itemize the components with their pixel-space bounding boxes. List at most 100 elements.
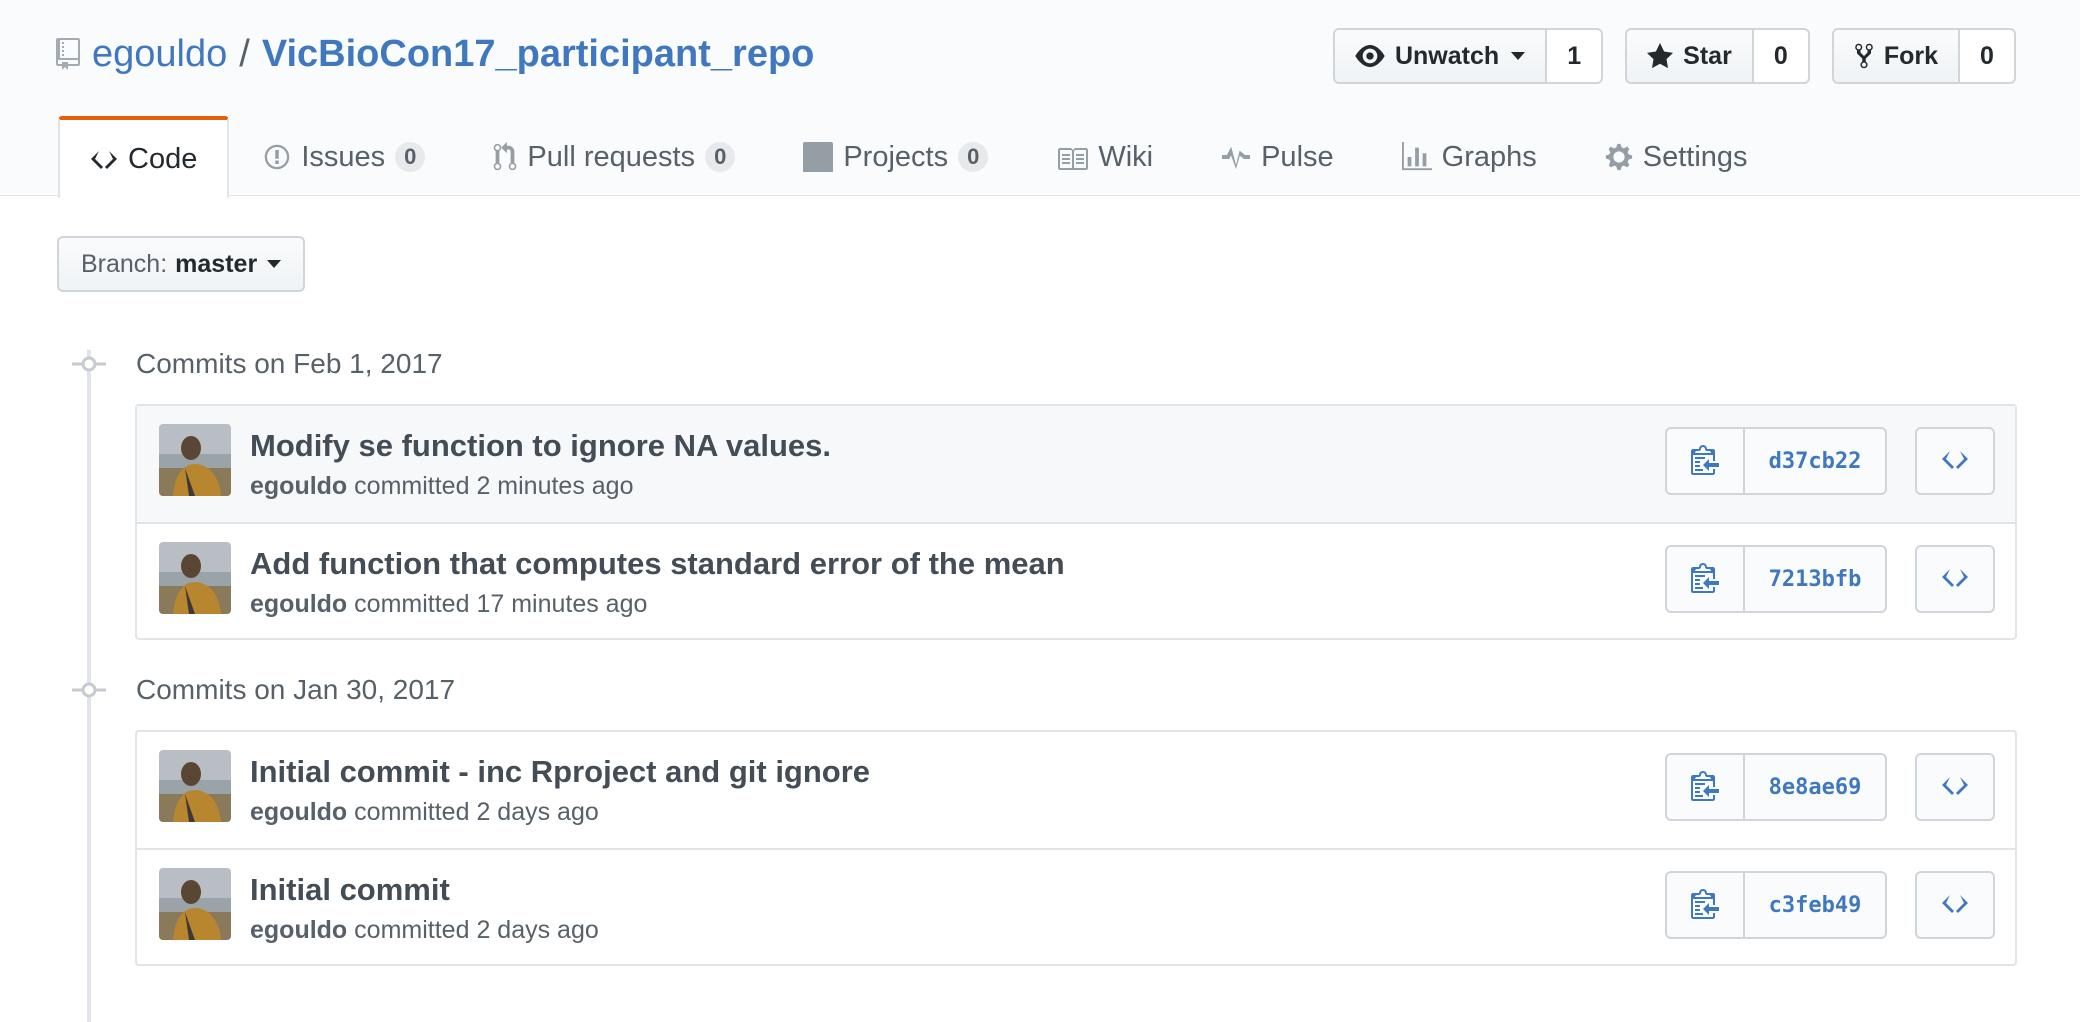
repo-owner-link[interactable]: egouldo (92, 33, 227, 76)
tab-pull-requests[interactable]: Pull requests 0 (459, 116, 769, 196)
tab-code-label: Code (128, 142, 198, 175)
tab-issues[interactable]: Issues 0 (229, 116, 459, 196)
tab-pulse-label: Pulse (1261, 140, 1334, 173)
clippy-icon (1691, 769, 1719, 806)
pull-requests-counter: 0 (705, 142, 736, 172)
commit-meta: egouldo committed 2 days ago (250, 798, 599, 827)
chevron-down-icon (1511, 52, 1526, 60)
sha-group: c3feb49 (1665, 871, 1887, 939)
watchers-count[interactable]: 1 (1547, 28, 1604, 84)
repo-icon (56, 36, 80, 72)
stargazers-count[interactable]: 0 (1753, 28, 1810, 84)
browse-files-button[interactable] (1915, 427, 1995, 495)
clippy-icon (1691, 443, 1719, 480)
commit-author-link[interactable]: egouldo (250, 590, 347, 618)
chevron-down-icon (267, 260, 282, 268)
star-icon (1647, 43, 1674, 69)
watch-group: Unwatch 1 (1332, 28, 1604, 84)
commit-time: 2 days ago (476, 916, 599, 944)
commit-group-date: Commits on Jan 30, 2017 (136, 674, 456, 705)
issues-counter: 0 (395, 142, 426, 172)
commit-meta: egouldo committed 17 minutes ago (250, 590, 647, 619)
commit-time: 2 days ago (476, 798, 599, 826)
copy-sha-button[interactable] (1665, 427, 1745, 495)
browse-files-button[interactable] (1915, 871, 1995, 939)
browse-files-button[interactable] (1915, 753, 1995, 821)
avatar[interactable] (159, 542, 231, 614)
commit-time: 2 minutes ago (476, 472, 634, 500)
tab-issues-label: Issues (301, 140, 386, 173)
star-button[interactable]: Star (1625, 28, 1754, 84)
code-icon (1941, 892, 1969, 919)
sha-group: 8e8ae69 (1665, 753, 1887, 821)
copy-sha-button[interactable] (1665, 545, 1745, 613)
branch-select-button[interactable]: Branch: master (57, 236, 306, 292)
tab-wiki[interactable]: Wiki (1022, 116, 1187, 196)
code-icon (90, 148, 118, 170)
browse-files-button[interactable] (1915, 545, 1995, 613)
tab-pulse[interactable]: Pulse (1187, 116, 1368, 196)
commit-row: Modify se function to ignore NA values. … (137, 406, 2015, 522)
repo-path-separator: / (239, 32, 250, 75)
book-icon (1056, 144, 1089, 170)
repo-nav: Code Issues 0 Pull requests 0 Projects 0 (58, 116, 1782, 198)
commit-verb: committed (354, 798, 470, 826)
tab-code[interactable]: Code (58, 116, 230, 198)
fork-group: Fork 0 (1831, 28, 2016, 84)
commit-meta: egouldo committed 2 days ago (250, 916, 599, 945)
issue-opened-icon (263, 143, 291, 171)
commit-sha-link[interactable]: d37cb22 (1745, 427, 1887, 495)
commit-row: Initial commit egouldo committed 2 days … (137, 848, 2015, 964)
copy-sha-button[interactable] (1665, 871, 1745, 939)
tab-pull-requests-label: Pull requests (527, 140, 696, 173)
commit-message-link[interactable]: Initial commit (250, 872, 450, 908)
commit-verb: committed (354, 916, 470, 944)
fork-label: Fork (1883, 41, 1938, 70)
tab-wiki-label: Wiki (1098, 140, 1154, 173)
commit-sha-link[interactable]: 8e8ae69 (1745, 753, 1887, 821)
repo-title: egouldo / VicBioCon17_participant_repo (56, 26, 814, 82)
commit-verb: committed (354, 472, 470, 500)
tab-graphs[interactable]: Graphs (1368, 116, 1571, 196)
forks-count[interactable]: 0 (1960, 28, 2016, 84)
repo-header: egouldo / VicBioCon17_participant_repo U… (0, 0, 2080, 198)
copy-sha-button[interactable] (1665, 753, 1745, 821)
tab-graphs-label: Graphs (1441, 140, 1537, 173)
eye-icon (1355, 45, 1385, 67)
commit-verb: committed (354, 590, 470, 618)
branch-prefix: Branch: (81, 249, 168, 278)
commit-sha-link[interactable]: 7213bfb (1745, 545, 1887, 613)
git-pull-request-icon (493, 142, 517, 172)
unwatch-button[interactable]: Unwatch (1332, 28, 1548, 84)
code-icon (1941, 448, 1969, 475)
commit-author-link[interactable]: egouldo (250, 472, 347, 500)
projects-counter: 0 (958, 142, 989, 172)
code-icon (1941, 566, 1969, 593)
gear-icon (1605, 142, 1633, 172)
commit-group-title: Commits on Jan 30, 2017 (72, 670, 455, 710)
code-icon (1941, 774, 1969, 801)
avatar[interactable] (159, 750, 231, 822)
commit-message-link[interactable]: Initial commit - inc Rproject and git ig… (250, 754, 870, 790)
commit-list: Initial commit - inc Rproject and git ig… (135, 730, 2017, 966)
commit-sha-link[interactable]: c3feb49 (1745, 871, 1887, 939)
project-icon (803, 142, 834, 172)
star-label: Star (1683, 41, 1732, 70)
commit-group-title: Commits on Feb 1, 2017 (72, 344, 443, 384)
sha-group: d37cb22 (1665, 427, 1887, 495)
commit-author-link[interactable]: egouldo (250, 916, 347, 944)
commit-group-date: Commits on Feb 1, 2017 (136, 348, 443, 379)
commit-message-link[interactable]: Add function that computes standard erro… (250, 546, 1065, 582)
commit-author-link[interactable]: egouldo (250, 798, 347, 826)
avatar[interactable] (159, 424, 231, 496)
fork-button[interactable]: Fork (1831, 28, 1960, 84)
commit-list: Modify se function to ignore NA values. … (135, 404, 2017, 640)
avatar[interactable] (159, 868, 231, 940)
tab-settings[interactable]: Settings (1571, 116, 1782, 196)
repo-name-link[interactable]: VicBioCon17_participant_repo (262, 33, 815, 76)
git-commit-icon (72, 354, 106, 374)
commit-message-link[interactable]: Modify se function to ignore NA values. (250, 428, 831, 464)
commit-row: Add function that computes standard erro… (137, 522, 2015, 638)
fork-icon (1854, 42, 1874, 70)
tab-projects[interactable]: Projects 0 (769, 116, 1022, 196)
